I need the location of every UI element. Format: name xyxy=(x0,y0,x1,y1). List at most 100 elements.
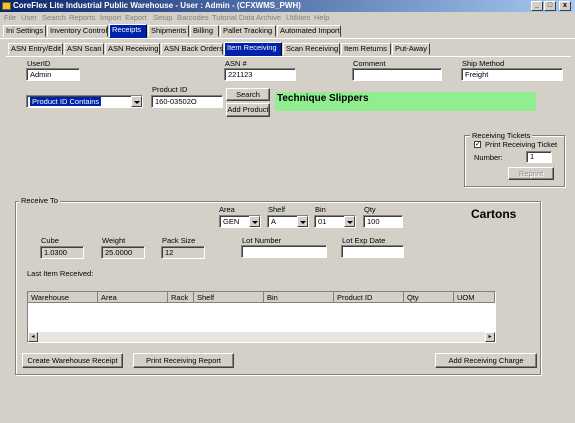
userid-label: UserID xyxy=(27,59,51,68)
tab-pallet-tracking[interactable]: Pallet Tracking xyxy=(220,25,276,37)
main-tab-strip: Ini Settings Inventory Control Receipts … xyxy=(0,24,575,38)
asn-label: ASN # xyxy=(225,59,247,68)
menu-user[interactable]: User xyxy=(21,13,37,22)
tab-automated-import[interactable]: Automated Import xyxy=(277,25,341,37)
close-button[interactable]: x xyxy=(559,1,571,11)
column-header-product-id[interactable]: Product ID xyxy=(334,292,404,303)
search-mode-select[interactable]: Product ID Contains xyxy=(26,95,143,108)
lot-exp-date-field[interactable] xyxy=(341,245,404,258)
product-description: Technique Slippers xyxy=(275,92,536,111)
tab-receipts[interactable]: Receipts xyxy=(109,24,147,38)
column-header-rack[interactable]: Rack xyxy=(168,292,194,303)
menu-archive[interactable]: Archive xyxy=(256,13,281,22)
column-header-area[interactable]: Area xyxy=(98,292,168,303)
print-ticket-checkbox[interactable]: ✓ xyxy=(474,141,481,148)
reprint-button[interactable]: Reprint xyxy=(508,167,554,180)
tab-ini-settings[interactable]: Ini Settings xyxy=(3,25,46,37)
menu-search[interactable]: Search xyxy=(42,13,66,22)
comment-label: Comment xyxy=(353,59,386,68)
minimize-button[interactable]: _ xyxy=(531,1,543,11)
weight-field: 25.0000 xyxy=(101,246,145,259)
chevron-down-icon[interactable] xyxy=(249,216,260,227)
add-product-button[interactable]: Add Product xyxy=(226,103,270,117)
main-tab-divider xyxy=(0,38,575,39)
menu-file[interactable]: File xyxy=(4,13,16,22)
tab-item-returns[interactable]: Item Returns xyxy=(341,43,391,55)
menu-bar: File User Search Reports Import Export S… xyxy=(0,12,575,23)
column-header-bin[interactable]: Bin xyxy=(264,292,334,303)
scroll-left-icon[interactable]: ◂ xyxy=(28,332,38,342)
pack-size-field: 12 xyxy=(161,246,205,259)
tab-billing[interactable]: Billing xyxy=(190,25,219,37)
pack-size-label: Pack Size xyxy=(162,236,196,245)
ship-method-field[interactable]: Freight xyxy=(461,68,563,81)
lot-number-field[interactable] xyxy=(241,245,327,258)
qty-field[interactable]: 100 xyxy=(363,215,403,228)
ticket-number-label: Number: xyxy=(474,153,503,162)
bin-value: 01 xyxy=(318,217,327,226)
product-id-label: Product ID xyxy=(152,85,188,94)
tab-shipments[interactable]: Shipments xyxy=(148,25,189,37)
last-item-label: Last Item Received: xyxy=(27,269,94,278)
ticket-number-field[interactable]: 1 xyxy=(526,151,552,163)
lot-exp-date-label: Lot Exp Date xyxy=(342,236,386,245)
userid-field[interactable]: Admin xyxy=(26,68,80,81)
area-value: GEN xyxy=(223,217,240,226)
comment-field[interactable] xyxy=(352,68,442,81)
menu-utilities[interactable]: Utilities xyxy=(286,13,310,22)
shelf-label: Shelf xyxy=(268,205,286,214)
column-header-shelf[interactable]: Shelf xyxy=(194,292,264,303)
menu-setup[interactable]: Setup xyxy=(153,13,173,22)
qty-label: Qty xyxy=(364,205,376,214)
tab-put-away[interactable]: Put-Away xyxy=(392,43,430,55)
chevron-down-icon[interactable] xyxy=(131,96,142,107)
bin-select[interactable]: 01 xyxy=(314,215,356,228)
app-icon xyxy=(2,2,11,10)
menu-barcodes[interactable]: Barcodes xyxy=(177,13,209,22)
area-select[interactable]: GEN xyxy=(219,215,261,228)
product-id-field[interactable]: 160-03502O xyxy=(151,95,223,108)
title-bar: CoreFlex Lite Industrial Public Warehous… xyxy=(0,0,575,12)
sub-tab-strip: ASN Entry/Edit ASN Scan ASN Receiving AS… xyxy=(0,42,575,56)
asn-field[interactable]: 221123 xyxy=(224,68,296,81)
add-receiving-charge-button[interactable]: Add Receiving Charge xyxy=(435,353,537,368)
unit-label: Cartons xyxy=(471,207,517,221)
horizontal-scrollbar[interactable]: ◂ ▸ xyxy=(28,331,495,342)
area-label: Area xyxy=(219,205,235,214)
tab-item-receiving[interactable]: Item Receiving xyxy=(224,42,282,56)
tab-scan-receiving[interactable]: Scan Receiving xyxy=(283,43,340,55)
column-header-qty[interactable]: Qty xyxy=(404,292,454,303)
maximize-button[interactable]: □ xyxy=(544,1,556,11)
tab-inventory-control[interactable]: Inventory Control xyxy=(47,25,108,37)
cube-field: 1.0300 xyxy=(40,246,84,259)
menu-export[interactable]: Export xyxy=(125,13,147,22)
shelf-select[interactable]: A xyxy=(267,215,309,228)
tab-asn-entry-edit[interactable]: ASN Entry/Edit xyxy=(8,43,63,55)
shelf-value: A xyxy=(271,217,277,226)
receive-to-title: Receive To xyxy=(19,196,60,205)
menu-reports[interactable]: Reports xyxy=(69,13,95,22)
chevron-down-icon[interactable] xyxy=(344,216,355,227)
tab-asn-scan[interactable]: ASN Scan xyxy=(64,43,104,55)
chevron-down-icon[interactable] xyxy=(297,216,308,227)
search-button[interactable]: Search xyxy=(226,88,270,101)
tab-asn-receiving[interactable]: ASN Receiving xyxy=(105,43,160,55)
search-mode-value: Product ID Contains xyxy=(30,97,102,106)
menu-help[interactable]: Help xyxy=(314,13,329,22)
menu-tutorial-data[interactable]: Tutorial Data xyxy=(212,13,255,22)
scroll-right-icon[interactable]: ▸ xyxy=(485,332,495,342)
tab-asn-back-orders[interactable]: ASN Back Orders xyxy=(161,43,223,55)
cube-label: Cube xyxy=(41,236,59,245)
menu-import[interactable]: Import xyxy=(100,13,121,22)
bin-label: Bin xyxy=(315,205,326,214)
grid-header-row: Warehouse Area Rack Shelf Bin Product ID… xyxy=(28,292,495,303)
receiving-tickets-title: Receiving Tickets xyxy=(470,131,533,140)
print-receiving-report-button[interactable]: Print Receiving Report xyxy=(133,353,234,368)
last-item-grid[interactable]: Warehouse Area Rack Shelf Bin Product ID… xyxy=(27,291,496,343)
ship-method-label: Ship Method xyxy=(462,59,505,68)
weight-label: Weight xyxy=(102,236,126,245)
column-header-warehouse[interactable]: Warehouse xyxy=(28,292,98,303)
window-title: CoreFlex Lite Industrial Public Warehous… xyxy=(13,1,301,10)
column-header-uom[interactable]: UOM xyxy=(454,292,495,303)
create-warehouse-receipt-button[interactable]: Create Warehouse Receipt xyxy=(22,353,123,368)
